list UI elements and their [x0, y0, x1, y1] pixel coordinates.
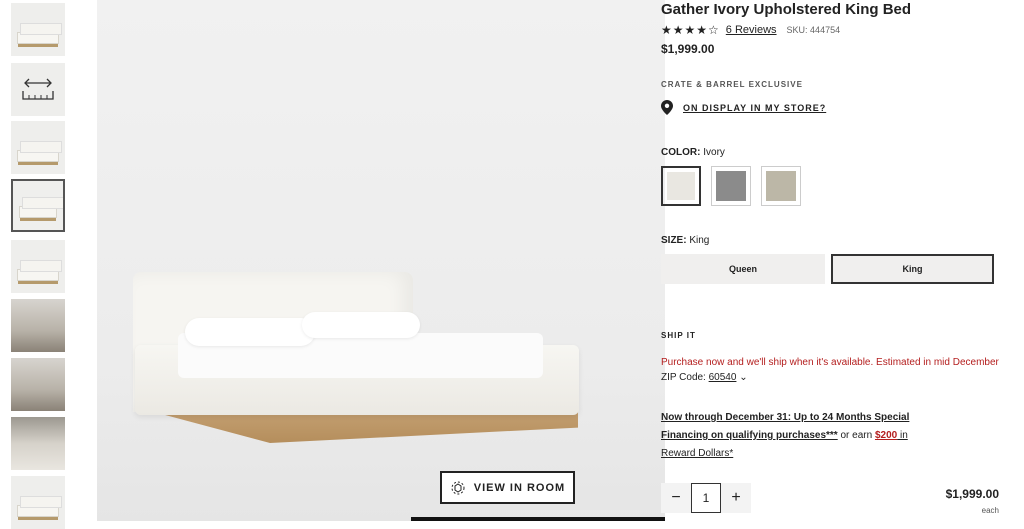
- size-value: King: [689, 235, 710, 246]
- ship-it-heading: SHIP IT: [661, 331, 696, 340]
- shipping-message: Purchase now and we'll ship when it's av…: [661, 357, 999, 368]
- reviews-link[interactable]: 6 Reviews: [726, 24, 777, 36]
- financing-promo: Now through December 31: Up to 24 Months…: [661, 409, 961, 463]
- thumbnail-8-room[interactable]: [11, 417, 65, 470]
- swatch-taupe[interactable]: [761, 166, 801, 206]
- bed-pillow: [302, 312, 420, 338]
- thumbnail-rail: [0, 0, 97, 529]
- bed-thumbnail-image: [17, 23, 62, 47]
- increase-quantity-button[interactable]: +: [721, 483, 751, 513]
- bed-thumbnail-image: [17, 496, 62, 520]
- swatch-grey[interactable]: [711, 166, 751, 206]
- exclusive-badge: CRATE & BARREL EXCLUSIVE: [661, 80, 803, 89]
- decrease-quantity-button[interactable]: −: [661, 483, 691, 513]
- size-options: Queen King: [661, 254, 994, 284]
- image-progress-bar: [411, 517, 665, 521]
- financing-after: in: [897, 430, 908, 441]
- quantity-stepper: − 1 +: [661, 483, 751, 513]
- color-heading: COLOR:: [661, 147, 701, 158]
- swatch-fill: [667, 172, 695, 200]
- quantity-input[interactable]: 1: [691, 483, 721, 513]
- rating-row: ★★★★☆ 6 Reviews SKU: 444754: [661, 23, 840, 37]
- product-title: Gather Ivory Upholstered King Bed: [661, 1, 912, 18]
- bed-thumbnail-image: [17, 260, 62, 284]
- financing-mid: or earn: [837, 430, 875, 441]
- swatch-ivory[interactable]: [661, 166, 701, 206]
- financing-line2[interactable]: Financing on qualifying purchases***: [661, 430, 838, 441]
- size-queen-button[interactable]: Queen: [661, 254, 825, 284]
- chevron-down-icon[interactable]: ⌄: [739, 372, 747, 383]
- color-value: Ivory: [703, 147, 725, 158]
- ar-cube-icon: [451, 481, 465, 494]
- zip-row: ZIP Code: 60540 ⌄: [661, 372, 748, 383]
- color-swatches: [661, 166, 801, 206]
- bed-pillow: [185, 318, 315, 346]
- view-in-room-button[interactable]: VIEW IN ROOM: [440, 471, 575, 504]
- reward-dollars-link[interactable]: Reward Dollars*: [661, 448, 733, 459]
- thumbnail-4-selected[interactable]: [11, 179, 65, 232]
- on-display-link[interactable]: ON DISPLAY IN MY STORE?: [661, 100, 826, 115]
- thumbnail-7-room[interactable]: [11, 358, 65, 411]
- size-label: SIZE: King: [661, 235, 709, 246]
- product-price: $1,999.00: [661, 42, 715, 56]
- price-unit: each: [981, 506, 999, 515]
- size-heading: SIZE:: [661, 235, 687, 246]
- financing-line1[interactable]: Now through December 31: Up to 24 Months…: [661, 412, 909, 423]
- thumbnail-9-detail[interactable]: [11, 476, 65, 529]
- zip-code-link[interactable]: 60540: [709, 372, 737, 383]
- thumbnail-6-room[interactable]: [11, 299, 65, 352]
- swatch-fill: [716, 171, 746, 201]
- product-details: Gather Ivory Upholstered King Bed ★★★★☆ …: [661, 0, 1024, 521]
- thumbnail-5[interactable]: [11, 240, 65, 293]
- bed-thumbnail-image: [17, 141, 62, 165]
- location-pin-icon: [661, 100, 673, 115]
- thumbnail-1[interactable]: [11, 3, 65, 56]
- swatch-fill: [766, 171, 796, 201]
- bed-thumbnail-image: [19, 197, 63, 221]
- reward-amount[interactable]: $200: [875, 430, 897, 441]
- ruler-dimensions-icon: [22, 78, 54, 100]
- color-label: COLOR: Ivory: [661, 147, 725, 158]
- zip-label: ZIP Code:: [661, 372, 706, 383]
- size-king-button[interactable]: King: [831, 254, 994, 284]
- total-price: $1,999.00: [945, 487, 999, 501]
- sku-text: SKU: 444754: [786, 25, 841, 35]
- on-display-label: ON DISPLAY IN MY STORE?: [683, 102, 827, 113]
- star-rating-icon: ★★★★☆: [661, 23, 720, 37]
- view-in-room-label: VIEW IN ROOM: [473, 481, 566, 494]
- dimensions-thumbnail[interactable]: [11, 63, 65, 116]
- main-product-image[interactable]: [97, 0, 665, 521]
- thumbnail-3[interactable]: [11, 121, 65, 174]
